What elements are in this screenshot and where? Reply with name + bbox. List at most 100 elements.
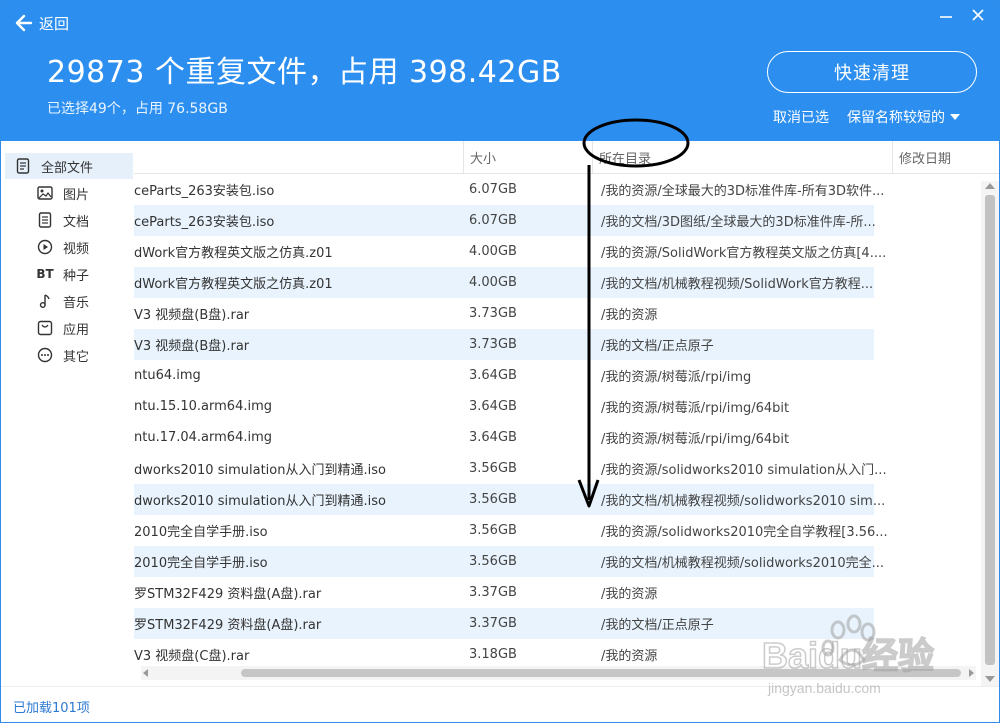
table-row[interactable]: dworks2010 simulation从入门到精通.iso 3.56GB/我的…	[134, 453, 887, 484]
file-size: 4.00GB	[469, 275, 517, 290]
file-size: 3.56GB	[469, 461, 517, 476]
image-icon	[37, 185, 53, 201]
sidebar-item-all[interactable]: 全部文件	[5, 153, 133, 179]
table-row[interactable]: dworks2010 simulation从入门到精通.iso 3.56GB/我的…	[134, 484, 885, 515]
table-row[interactable]: ntu64.img 3.64GB/我的资源/树莓派/rpi/img	[134, 360, 874, 391]
file-size: 3.18GB	[469, 647, 517, 662]
sidebar-item-other[interactable]: 其它	[5, 342, 133, 368]
table-row[interactable]: 2010完全自学手册.iso 3.56GB/我的文档/机械教程视频/solidwo…	[134, 546, 884, 577]
horizontal-scroll-thumb[interactable]	[241, 669, 961, 677]
file-size: 4.00GB	[469, 244, 517, 259]
cancel-selection-link[interactable]: 取消已选	[773, 107, 829, 127]
sidebar-item-torrents[interactable]: BT 种子	[5, 261, 133, 287]
sidebar-item-label: 应用	[63, 322, 90, 338]
file-name: V3 视频盘(B盘).rar	[134, 308, 250, 323]
file-directory: /我的资源/SolidWork官方教程英文版之仿真[4....	[601, 246, 887, 261]
file-directory: /我的资源/solidworks2010完全自学教程[3.56...	[601, 525, 888, 540]
close-icon	[972, 9, 984, 21]
file-directory: /我的资源/solidworks2010 simulation从入门...	[601, 463, 887, 478]
table-row[interactable]: V3 视频盘(B盘).rar 3.73GB/我的文档/正点原子	[134, 329, 874, 360]
file-size: 3.64GB	[469, 399, 517, 414]
selection-summary: 已选择49个，占用 76.58GB	[47, 101, 228, 117]
file-size: 3.73GB	[469, 337, 517, 352]
file-size: 6.07GB	[469, 182, 517, 197]
column-header-directory[interactable]: 所在目录	[592, 141, 892, 174]
horizontal-scrollbar[interactable]	[141, 666, 976, 680]
file-directory: /我的资源/树莓派/rpi/img	[601, 370, 752, 385]
scroll-right-icon[interactable]	[969, 669, 974, 677]
file-directory: /我的文档/正点原子	[601, 339, 714, 354]
file-name: ntu.15.10.arm64.img	[134, 399, 273, 414]
file-directory: /我的资源	[601, 308, 658, 323]
file-directory: /我的文档/机械教程视频/solidworks2010 sim...	[601, 494, 886, 509]
sidebar-item-music[interactable]: 音乐	[5, 288, 133, 314]
table-row[interactable]: 罗STM32F429 资料盘(A盘).rar 3.37GB/我的文档/正点原子	[134, 608, 874, 639]
file-directory: /我的文档/机械教程视频/SolidWork官方教程...	[601, 277, 874, 292]
all-files-icon	[15, 158, 31, 174]
quick-clean-button[interactable]: 快速清理	[767, 51, 977, 93]
sidebar-item-label: 种子	[63, 268, 90, 284]
file-name: 2010完全自学手册.iso	[134, 525, 268, 540]
sidebar-item-documents[interactable]: 文档	[5, 207, 133, 233]
page-title: 29873 个重复文件，占用 398.42GB	[47, 55, 562, 90]
category-sidebar: 全部文件 图片 文档 视频 BT 种子 音乐 应用 其它	[1, 141, 134, 686]
table-row[interactable]: ntu.17.04.arm64.img 3.64GB/我的资源/树莓派/rpi/i…	[134, 422, 874, 453]
file-directory: /我的文档/机械教程视频/solidworks2010完全...	[601, 556, 885, 571]
vertical-scroll-thumb[interactable]	[985, 195, 995, 665]
file-directory: /我的文档/3D图纸/全球最大的3D标准件库-所...	[601, 215, 876, 230]
file-directory: /我的文档/正点原子	[601, 618, 714, 633]
file-name: ceParts_263安装包.iso	[134, 215, 275, 230]
music-icon	[37, 293, 53, 309]
table-row[interactable]: ceParts_263安装包.iso 6.07GB/我的资源/全球最大的3D标准件…	[134, 174, 884, 205]
file-name: V3 视频盘(C盘).rar	[134, 649, 250, 664]
sidebar-item-videos[interactable]: 视频	[5, 234, 133, 260]
keep-rule-label: 保留名称较短的	[847, 110, 945, 126]
file-size: 3.37GB	[469, 616, 517, 631]
file-name: dWork官方教程英文版之仿真.z01	[134, 277, 333, 292]
file-size: 3.56GB	[469, 492, 517, 507]
table-row[interactable]: 2010完全自学手册.iso 3.56GB/我的资源/solidworks2010…	[134, 515, 888, 546]
header-bar: 返回 29873 个重复文件，占用 398.42GB 已选择49个，占用 76.…	[1, 1, 999, 141]
file-name: ceParts_263安装包.iso	[134, 184, 275, 199]
table-row[interactable]: 罗STM32F429 资料盘(A盘).rar 3.37GB/我的资源	[134, 577, 874, 608]
column-header-modified-date[interactable]: 修改日期	[892, 141, 999, 174]
sidebar-item-label: 其它	[63, 349, 90, 365]
table-row[interactable]: V3 视频盘(B盘).rar 3.73GB/我的资源	[134, 298, 874, 329]
file-size: 3.56GB	[469, 554, 517, 569]
file-name: ntu64.img	[134, 368, 201, 383]
table-row[interactable]: ntu.15.10.arm64.img 3.64GB/我的资源/树莓派/rpi/i…	[134, 391, 874, 422]
column-header-size[interactable]: 大小	[463, 141, 585, 174]
bt-torrent-icon: BT	[36, 267, 54, 281]
file-name: V3 视频盘(B盘).rar	[134, 339, 250, 354]
keep-rule-dropdown[interactable]: 保留名称较短的	[847, 107, 960, 127]
sidebar-item-label: 视频	[63, 241, 90, 257]
table-row[interactable]: dWork官方教程英文版之仿真.z01 4.00GB/我的资源/SolidWork…	[134, 236, 886, 267]
table-row[interactable]: ceParts_263安装包.iso 6.07GB/我的文档/3D图纸/全球最大的…	[134, 205, 876, 236]
table-row[interactable]: dWork官方教程英文版之仿真.z01 4.00GB/我的文档/机械教程视频/So…	[134, 267, 874, 298]
file-size: 3.64GB	[469, 368, 517, 383]
caret-down-icon	[950, 114, 960, 120]
duplicate-files-table: 大小 所在目录 修改日期 ceParts_263安装包.iso 6.07GB/我的…	[134, 141, 999, 686]
minimize-icon	[940, 16, 952, 18]
close-button[interactable]	[967, 5, 989, 25]
back-button[interactable]: 返回	[15, 11, 69, 35]
table-header: 大小 所在目录 修改日期	[134, 141, 999, 174]
file-name: dworks2010 simulation从入门到精通.iso	[134, 463, 386, 478]
sidebar-item-apps[interactable]: 应用	[5, 315, 133, 341]
file-size: 6.07GB	[469, 213, 517, 228]
file-size: 3.56GB	[469, 523, 517, 538]
status-bar: 已加载101项	[1, 686, 999, 722]
file-directory: /我的资源/全球最大的3D标准件库-所有3D软件...	[601, 184, 885, 199]
app-icon	[37, 320, 53, 336]
file-name: 罗STM32F429 资料盘(A盘).rar	[134, 618, 322, 633]
app-window: 返回 29873 个重复文件，占用 398.42GB 已选择49个，占用 76.…	[0, 0, 1000, 723]
scroll-left-icon[interactable]	[143, 669, 148, 677]
scroll-up-icon[interactable]	[985, 183, 995, 189]
sidebar-item-images[interactable]: 图片	[5, 180, 133, 206]
scroll-down-icon[interactable]	[985, 676, 995, 682]
file-name: dWork官方教程英文版之仿真.z01	[134, 246, 333, 261]
sidebar-item-label: 图片	[63, 187, 90, 203]
vertical-scrollbar[interactable]	[981, 181, 999, 686]
file-size: 3.37GB	[469, 585, 517, 600]
minimize-button[interactable]	[935, 5, 957, 25]
